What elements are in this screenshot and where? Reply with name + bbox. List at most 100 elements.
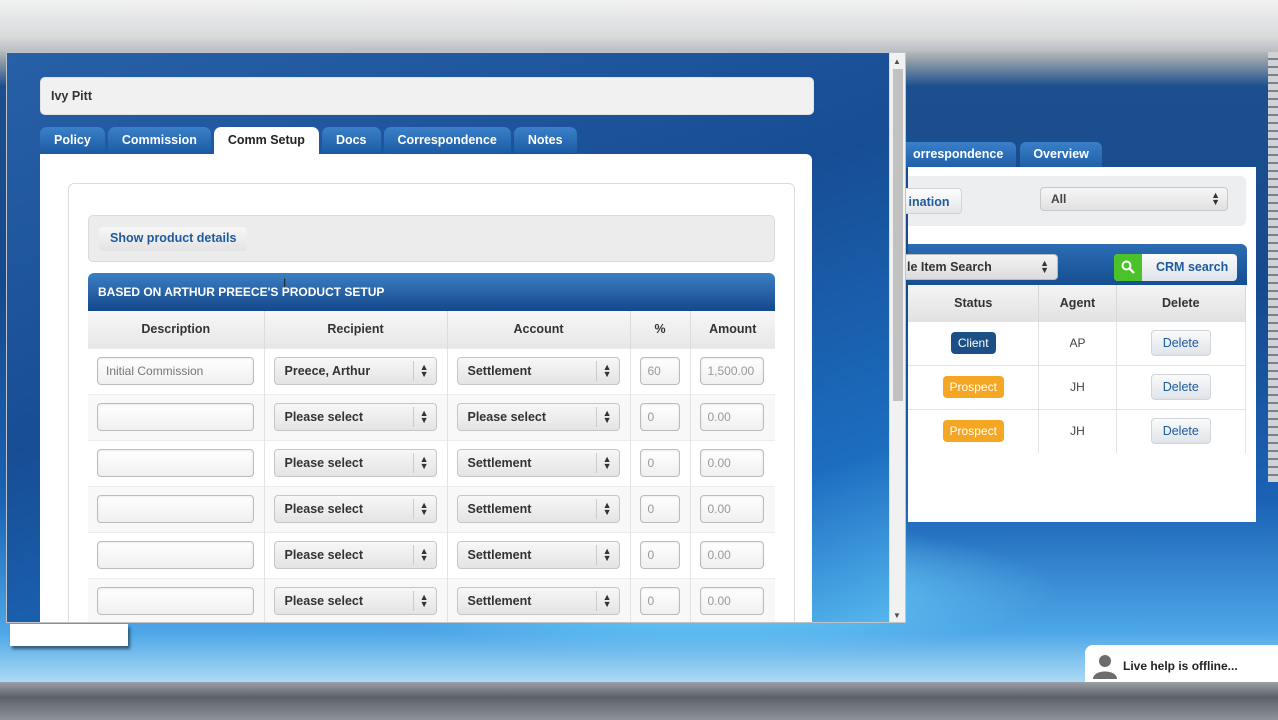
col-percent: % [630, 311, 691, 348]
up-down-caret-icon: ▲ ▼ [419, 592, 429, 610]
arrow-up-icon[interactable]: ▲ [893, 57, 901, 66]
description-field[interactable] [97, 495, 254, 523]
select-divider [595, 591, 597, 612]
crm-search-label: CRM search [1156, 260, 1229, 274]
description-field[interactable] [97, 403, 254, 431]
amount-field[interactable]: 0.00 [699, 587, 764, 616]
description-cell [88, 485, 265, 532]
bg-search-type-select[interactable]: le Item Search ▲ ▼ [896, 254, 1058, 280]
scrollbar-thumb[interactable] [893, 69, 903, 401]
recipient-select[interactable]: Please select ▲ ▼ [273, 403, 437, 431]
bg-tab-correspondence[interactable]: orrespondence [900, 142, 1017, 168]
percent-cell: 0 [630, 531, 691, 578]
up-down-caret-icon: ▲ ▼ [602, 408, 612, 425]
amount-field[interactable]: 0.00 [699, 449, 764, 477]
recipient-select[interactable]: Please select ▲ ▼ [273, 495, 437, 523]
recipient-select-value: Please select [284, 502, 364, 516]
percent-field[interactable]: 0 [639, 587, 680, 616]
account-select-value: Settlement [467, 364, 532, 378]
tab-correspondence[interactable]: Correspondence [383, 127, 511, 153]
live-help-widget[interactable]: Live help is offline... [1085, 645, 1278, 682]
arrow-down-icon[interactable]: ▼ [893, 611, 901, 620]
select-divider [412, 499, 414, 519]
up-down-caret-icon: ▲ ▼ [419, 454, 429, 471]
amount-field[interactable]: 0.00 [699, 541, 764, 569]
recipient-cell: Please select ▲ ▼ [264, 393, 448, 440]
hidden-window-fragment [10, 624, 128, 646]
delete-button[interactable]: Delete [1150, 418, 1211, 445]
percent-field[interactable]: 0 [639, 541, 680, 569]
account-select-value: Settlement [467, 548, 532, 562]
select-divider [412, 407, 414, 427]
percent-field[interactable]: 0 [639, 449, 680, 477]
tab-commission[interactable]: Commission [107, 127, 211, 153]
page-scrollbar[interactable] [1268, 52, 1278, 482]
bg-col-agent: Agent [1038, 285, 1117, 321]
recipient-cell: Please select ▲ ▼ [264, 439, 448, 486]
col-amount: Amount [690, 311, 775, 348]
table-row: Please select ▲ ▼ Settlement ▲ ▼ 0 0.00 [88, 577, 775, 622]
up-down-caret-icon: ▲ ▼ [419, 408, 429, 425]
amount-field[interactable]: 1,500.00 [699, 357, 764, 385]
up-down-caret-icon: ▲ ▼ [602, 592, 612, 610]
modal-body: Ivy Pitt Policy Commission Comm Setup Do… [7, 53, 889, 622]
account-select[interactable]: Settlement ▲ ▼ [456, 587, 620, 616]
description-cell [88, 577, 265, 622]
recipient-select[interactable]: Preece, Arthur ▲ ▼ [273, 357, 437, 385]
description-field[interactable] [97, 449, 254, 477]
account-select[interactable]: Settlement ▲ ▼ [456, 541, 620, 569]
recipient-select-value: Please select [284, 410, 364, 424]
up-down-caret-icon: ▲ ▼ [419, 500, 429, 517]
recipient-select-value: Please select [284, 548, 364, 562]
modal-scrollbar[interactable]: ▲ ▼ [889, 53, 905, 622]
recipient-cell: Please select ▲ ▼ [264, 485, 448, 532]
percent-cell: 0 [630, 393, 691, 440]
bg-tab-overview[interactable]: Overview [1020, 142, 1102, 168]
search-icon [1114, 254, 1142, 281]
delete-button[interactable]: Delete [1150, 330, 1211, 356]
tab-docs[interactable]: Docs [321, 127, 381, 153]
comm-setup-content: Show product details BASED ON ARTHUR PRE… [40, 154, 812, 622]
account-select-value: Settlement [467, 456, 532, 470]
tab-policy[interactable]: Policy [40, 127, 105, 153]
recipient-select[interactable]: Please select ▲ ▼ [273, 541, 437, 569]
account-select[interactable]: Please select ▲ ▼ [456, 403, 620, 431]
amount-cell: 0.00 [690, 439, 775, 486]
account-select[interactable]: Settlement ▲ ▼ [456, 357, 620, 385]
description-cell [88, 439, 265, 486]
select-divider [595, 545, 597, 565]
recipient-select[interactable]: Please select ▲ ▼ [273, 449, 437, 477]
crm-search-button[interactable]: CRM search [1114, 254, 1237, 281]
select-divider [412, 591, 414, 612]
percent-cell: 0 [630, 485, 691, 532]
description-field[interactable] [97, 587, 254, 616]
show-product-details-button[interactable]: Show product details [99, 227, 248, 251]
account-select[interactable]: Settlement ▲ ▼ [456, 449, 620, 477]
amount-cell: 0.00 [690, 577, 775, 622]
tab-notes[interactable]: Notes [513, 127, 577, 153]
description-field[interactable] [97, 357, 254, 385]
amount-field[interactable]: 0.00 [699, 403, 764, 431]
agent-cell: JH [1038, 408, 1117, 453]
account-cell: Settlement ▲ ▼ [447, 485, 631, 532]
bg-col-delete: Delete [1116, 285, 1247, 321]
amount-field[interactable]: 0.00 [699, 495, 764, 523]
percent-field[interactable]: 0 [639, 403, 680, 431]
account-select[interactable]: Settlement ▲ ▼ [456, 495, 620, 523]
bg-filter-select-value: All [1051, 192, 1067, 206]
description-field[interactable] [97, 541, 254, 569]
percent-field[interactable]: 0 [639, 495, 680, 523]
delete-button[interactable]: Delete [1150, 374, 1211, 400]
table-row: Please select ▲ ▼ Settlement ▲ ▼ 0 0.00 [88, 531, 775, 578]
background-results-table: Status Agent Delete Client AP Delete Pro… [908, 285, 1247, 453]
tab-comm-setup[interactable]: Comm Setup [213, 127, 319, 155]
col-description: Description [88, 311, 265, 348]
percent-field[interactable]: 60 [639, 357, 680, 385]
agent-cell: AP [1038, 320, 1117, 365]
bg-filter-select[interactable]: All ▲ ▼ [1040, 187, 1228, 211]
percent-cell: 0 [630, 577, 691, 622]
status-badge: Prospect [942, 376, 1004, 398]
desktop-top-strip [0, 0, 1278, 52]
recipient-select[interactable]: Please select ▲ ▼ [273, 587, 437, 616]
select-divider [595, 453, 597, 473]
